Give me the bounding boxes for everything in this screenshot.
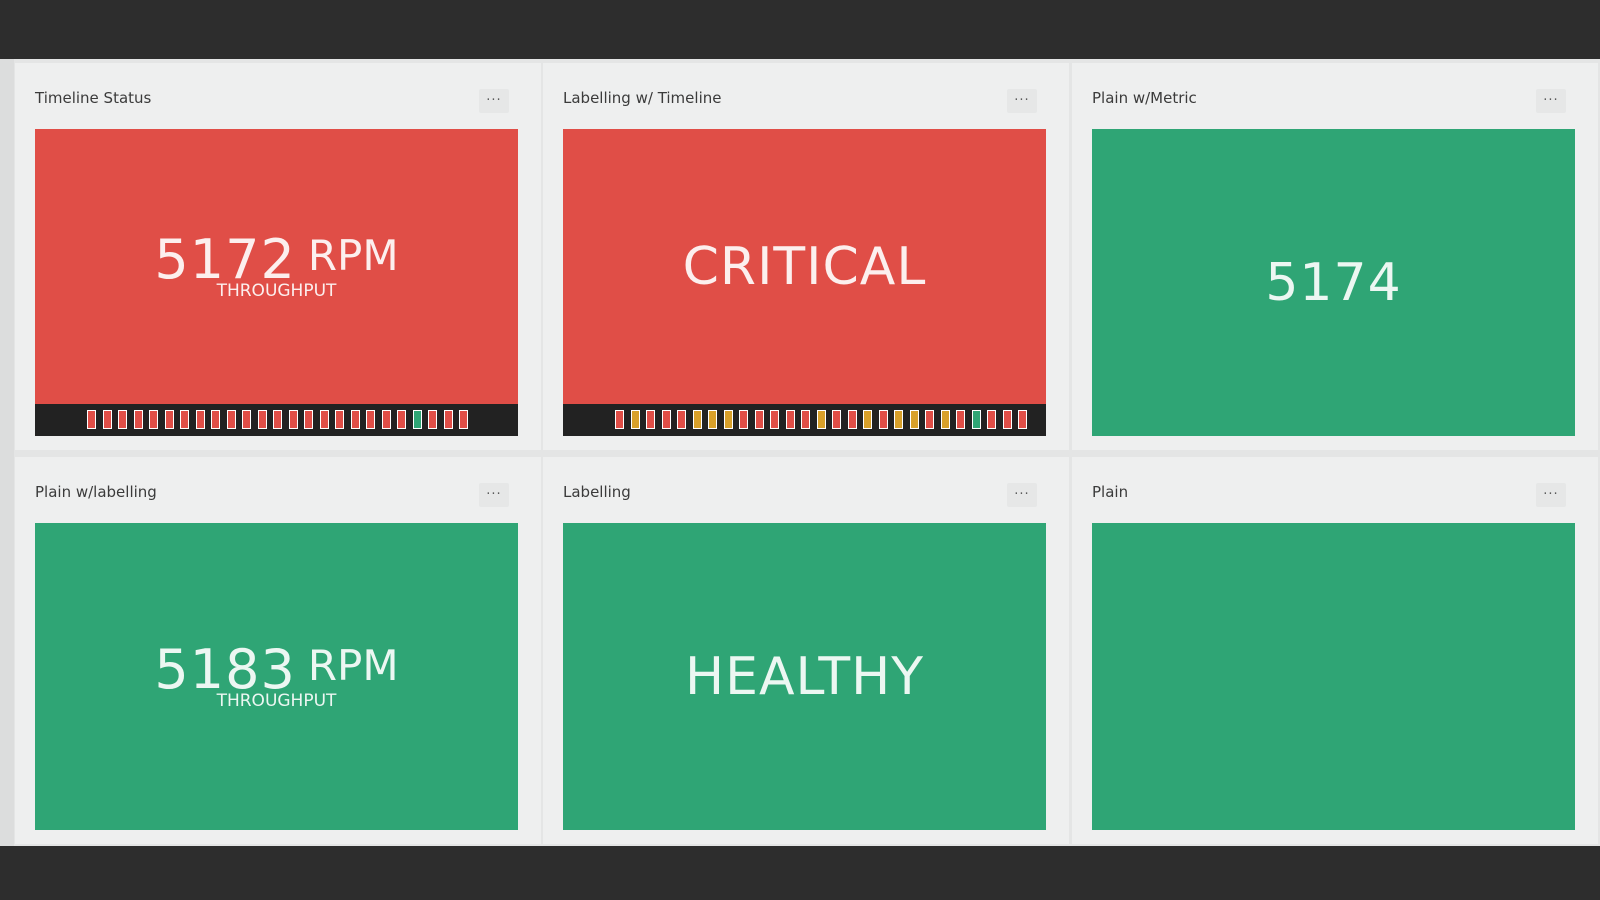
timeline-segment-critical (443, 410, 453, 429)
timeline-segment-critical (770, 410, 779, 429)
timeline-segment-critical (211, 410, 220, 429)
timeline-segment-critical (164, 410, 174, 429)
timeline-segment-critical (832, 410, 841, 429)
status-tile[interactable]: 5174 (1092, 129, 1575, 436)
timeline-segment-critical (615, 410, 624, 429)
timeline-segment-critical (878, 410, 888, 429)
timeline-segment-critical (1002, 410, 1012, 429)
tile-content: CRITICAL (563, 129, 1046, 404)
timeline-segment-critical (956, 410, 965, 429)
timeline-segment-critical (118, 410, 127, 429)
timeline-segment-critical (257, 410, 267, 429)
timeline-segment-healthy (412, 410, 422, 429)
timeline-segment-critical (739, 410, 748, 429)
panel-labelling: Labelling ... HEALTHY (543, 457, 1069, 844)
timeline-segment-critical (102, 410, 112, 429)
status-tile[interactable] (1092, 523, 1575, 830)
timeline-segment-critical (133, 410, 143, 429)
metric-value: 5172 (154, 227, 296, 291)
timeline-segment-warning (692, 410, 702, 429)
timeline-segment-critical (87, 410, 96, 429)
bottom-bar (0, 846, 1600, 900)
tile-content: 5174 (1092, 129, 1575, 436)
timeline-segment-critical (801, 410, 810, 429)
metric-unit: RPM (307, 640, 399, 690)
panel-title: Timeline Status (35, 89, 152, 107)
timeline-segment-critical (1018, 410, 1027, 429)
timeline-segment-critical (226, 410, 236, 429)
status-timeline (563, 404, 1046, 436)
panel-menu-button[interactable]: ... (479, 483, 509, 507)
timeline-segment-critical (459, 410, 468, 429)
metric-value: 5183 (154, 637, 296, 701)
timeline-segment-critical (180, 410, 189, 429)
timeline-segment-critical (242, 410, 251, 429)
timeline-segment-critical (661, 410, 671, 429)
timeline-segment-warning (816, 410, 826, 429)
panel-menu-button[interactable]: ... (1007, 483, 1037, 507)
panel-menu-button[interactable]: ... (1536, 89, 1566, 113)
panel-plain-metric: Plain w/Metric ... 5174 (1072, 63, 1598, 450)
metric-unit: RPM (307, 230, 399, 280)
timeline-segment-critical (149, 410, 158, 429)
panel-title: Labelling (563, 483, 631, 501)
status-timeline (35, 404, 518, 436)
timeline-segment-critical (366, 410, 375, 429)
timeline-segment-critical (677, 410, 686, 429)
panel-menu-button[interactable]: ... (1007, 89, 1037, 113)
tile-content: 5183 RPM THROUGHPUT (35, 523, 518, 830)
timeline-segment-critical (987, 410, 996, 429)
panel-menu-button[interactable]: ... (479, 89, 509, 113)
timeline-segment-warning (894, 410, 903, 429)
status-label: CRITICAL (682, 236, 927, 297)
timeline-segment-critical (428, 410, 437, 429)
top-bar (0, 0, 1600, 59)
timeline-segment-warning (630, 410, 640, 429)
status-tile[interactable]: 5172 RPM THROUGHPUT (35, 129, 518, 436)
panel-menu-button[interactable]: ... (1536, 483, 1566, 507)
panel-plain: Plain ... (1072, 457, 1598, 844)
timeline-segment-healthy (971, 410, 981, 429)
status-tile[interactable]: HEALTHY (563, 523, 1046, 830)
timeline-segment-critical (847, 410, 857, 429)
timeline-segment-critical (785, 410, 795, 429)
timeline-segment-critical (754, 410, 764, 429)
timeline-segment-critical (288, 410, 298, 429)
metric-line: 5172 RPM (154, 227, 399, 291)
status-label: HEALTHY (685, 646, 924, 707)
timeline-segment-warning (863, 410, 872, 429)
tile-content: HEALTHY (563, 523, 1046, 830)
panel-timeline-status: Timeline Status ... 5172 RPM THROUGHPUT (15, 63, 541, 450)
metric-line: 5183 RPM (154, 637, 399, 701)
metric-value: 5174 (1265, 252, 1402, 313)
timeline-segment-critical (195, 410, 205, 429)
panel-title: Plain w/Metric (1092, 89, 1197, 107)
timeline-segment-warning (708, 410, 717, 429)
timeline-segment-critical (397, 410, 406, 429)
timeline-segment-warning (940, 410, 950, 429)
panel-title: Labelling w/ Timeline (563, 89, 722, 107)
metric-label: THROUGHPUT (216, 690, 337, 711)
panel-labelling-timeline: Labelling w/ Timeline ... CRITICAL (543, 63, 1069, 450)
timeline-segment-warning (723, 410, 733, 429)
metric-label: THROUGHPUT (216, 280, 337, 301)
status-tile[interactable]: 5183 RPM THROUGHPUT (35, 523, 518, 830)
panel-title: Plain w/labelling (35, 483, 157, 501)
timeline-segment-critical (925, 410, 934, 429)
timeline-segment-critical (304, 410, 313, 429)
timeline-segment-warning (909, 410, 919, 429)
tile-content: 5172 RPM THROUGHPUT (35, 129, 518, 404)
panel-title: Plain (1092, 483, 1129, 501)
timeline-segment-critical (646, 410, 655, 429)
timeline-segment-critical (350, 410, 360, 429)
timeline-segment-critical (273, 410, 282, 429)
timeline-segment-critical (319, 410, 329, 429)
dashboard-grid: Timeline Status ... 5172 RPM THROUGHPUT … (0, 59, 1600, 846)
board-edge (0, 59, 14, 846)
timeline-segment-critical (381, 410, 391, 429)
status-tile[interactable]: CRITICAL (563, 129, 1046, 436)
timeline-segment-critical (335, 410, 344, 429)
panel-plain-labelling: Plain w/labelling ... 5183 RPM THROUGHPU… (15, 457, 541, 844)
